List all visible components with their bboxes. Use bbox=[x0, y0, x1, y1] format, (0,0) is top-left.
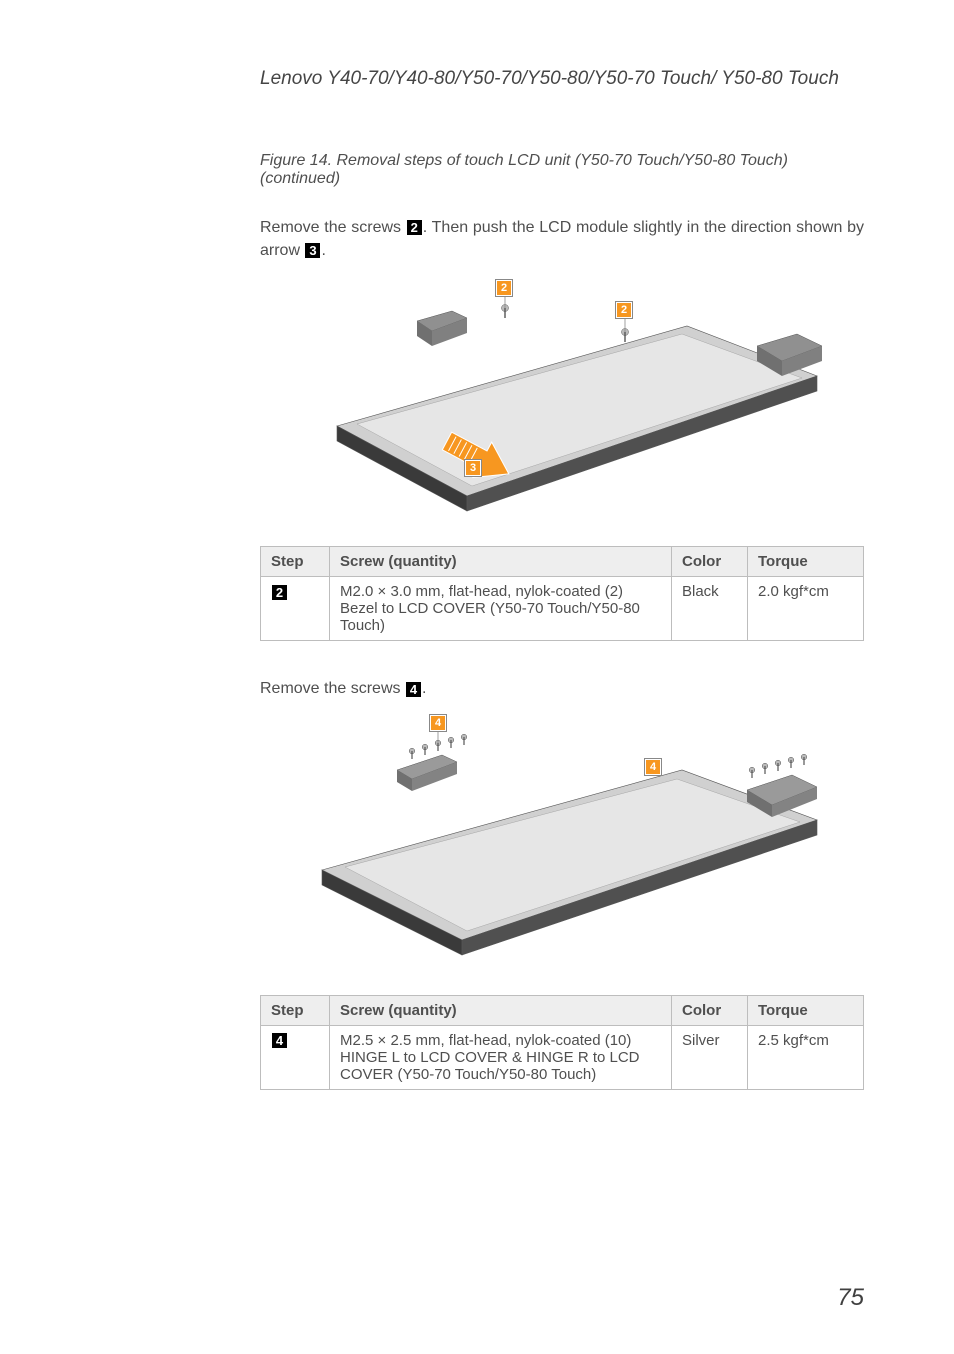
text: Remove the screws bbox=[260, 219, 406, 236]
cell-color: Black bbox=[672, 577, 748, 641]
cell-screw: M2.0 × 3.0 mm, flat-head, nylok-coated (… bbox=[330, 577, 672, 641]
col-step: Step bbox=[261, 547, 330, 577]
page-number: 75 bbox=[837, 1284, 864, 1312]
text: . bbox=[321, 242, 325, 259]
cell-screw: M2.5 × 2.5 mm, flat-head, nylok-coated (… bbox=[330, 1025, 672, 1089]
col-color: Color bbox=[672, 547, 748, 577]
cell-torque: 2.0 kgf*cm bbox=[748, 577, 864, 641]
callout-3-inline: 3 bbox=[305, 243, 320, 258]
screw-table-1: Step Screw (quantity) Color Torque 2 M2.… bbox=[260, 546, 864, 641]
callout-4-inline: 4 bbox=[406, 682, 421, 697]
col-screw: Screw (quantity) bbox=[330, 995, 672, 1025]
text: . bbox=[422, 680, 426, 697]
figure-caption: Figure 14. Removal steps of touch LCD un… bbox=[260, 152, 864, 188]
table-row: 4 M2.5 × 2.5 mm, flat-head, nylok-coated… bbox=[261, 1025, 864, 1089]
table-header-row: Step Screw (quantity) Color Torque bbox=[261, 995, 864, 1025]
callout-2-fig: 2 bbox=[496, 280, 512, 296]
callout-2-inline: 2 bbox=[407, 220, 422, 235]
figure-1-area: 2 2 3 bbox=[267, 276, 857, 516]
text: Remove the screws bbox=[260, 680, 405, 697]
col-color: Color bbox=[672, 995, 748, 1025]
instruction-paragraph-1: Remove the screws 2. Then push the LCD m… bbox=[260, 216, 864, 262]
col-step: Step bbox=[261, 995, 330, 1025]
instruction-paragraph-2: Remove the screws 4. bbox=[260, 677, 864, 700]
callout-3-fig: 3 bbox=[465, 460, 481, 476]
screw-table-2: Step Screw (quantity) Color Torque 4 M2.… bbox=[260, 995, 864, 1090]
col-screw: Screw (quantity) bbox=[330, 547, 672, 577]
cell-torque: 2.5 kgf*cm bbox=[748, 1025, 864, 1089]
cell-step: 4 bbox=[261, 1025, 330, 1089]
callout-2b-fig: 2 bbox=[616, 302, 632, 318]
lcd-diagram-1 bbox=[267, 276, 857, 516]
figure-2-area: 4 4 bbox=[267, 715, 857, 965]
table-header-row: Step Screw (quantity) Color Torque bbox=[261, 547, 864, 577]
col-torque: Torque bbox=[748, 995, 864, 1025]
col-torque: Torque bbox=[748, 547, 864, 577]
running-header: Lenovo Y40-70/Y40-80/Y50-70/Y50-80/Y50-7… bbox=[260, 68, 864, 90]
callout-4-fig-a: 4 bbox=[430, 715, 446, 731]
cell-color: Silver bbox=[672, 1025, 748, 1089]
callout-2-cell: 2 bbox=[272, 585, 287, 600]
lcd-diagram-2 bbox=[267, 715, 857, 965]
cell-step: 2 bbox=[261, 577, 330, 641]
callout-4-cell: 4 bbox=[272, 1033, 287, 1048]
callout-4-fig-b: 4 bbox=[645, 759, 661, 775]
table-row: 2 M2.0 × 3.0 mm, flat-head, nylok-coated… bbox=[261, 577, 864, 641]
